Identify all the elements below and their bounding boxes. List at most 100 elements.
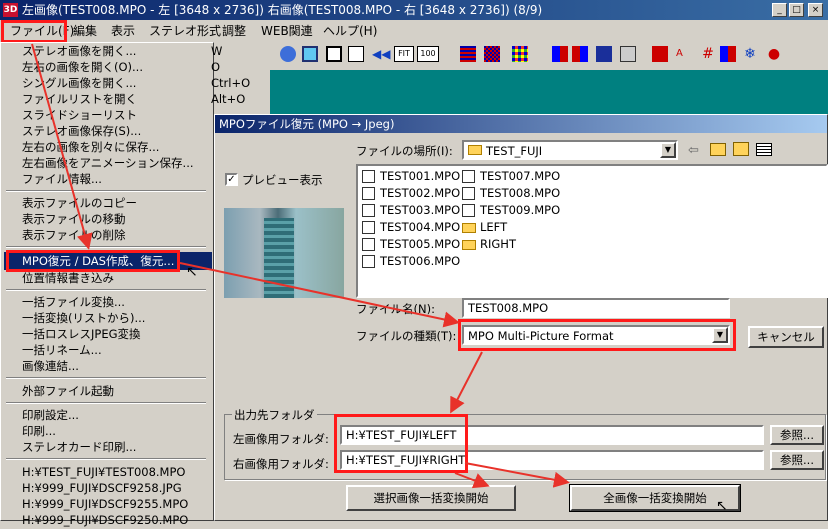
color-grid-icon[interactable] xyxy=(512,46,528,62)
file-icon xyxy=(362,255,375,268)
glasses-icon[interactable] xyxy=(620,46,636,62)
menu-help[interactable]: ヘルプ(H) xyxy=(323,22,377,40)
menu-item-save-separate[interactable]: 左右の画像を別々に保存... xyxy=(22,139,159,156)
menu-item-open-stereo[interactable]: ステレオ画像を開く... xyxy=(22,43,136,60)
menu-item-save-animation[interactable]: 左右画像をアニメーション保存... xyxy=(22,155,194,172)
menu-item-recent-3[interactable]: H:¥999_FUJI¥DSCF9255.MPO xyxy=(22,496,188,513)
menu-shortcut: W xyxy=(211,44,223,58)
red-block-icon[interactable] xyxy=(652,46,668,62)
menu-shortcut: O xyxy=(211,60,221,74)
menu-shortcut: Alt+O xyxy=(211,92,246,106)
checker-icon[interactable] xyxy=(484,46,500,62)
mouse-cursor-icon: ↖ xyxy=(716,498,728,514)
file-icon xyxy=(462,187,475,200)
convert-selected-button[interactable]: 選択画像一括変換開始 xyxy=(346,485,516,511)
grid-icon[interactable]: # xyxy=(700,46,716,62)
menu-item-batch-convert-list[interactable]: 一括変換(リストから)... xyxy=(22,310,145,327)
preview-checkbox[interactable]: ✓ xyxy=(225,173,238,186)
app-icon[interactable]: 3D xyxy=(3,3,18,17)
menu-item-file-info[interactable]: ファイル情報... xyxy=(22,171,102,188)
fit-button[interactable]: FIT xyxy=(394,46,414,62)
file-icon xyxy=(362,238,375,251)
list-item[interactable]: TEST004.MPO xyxy=(362,219,460,236)
menu-item-print-setup[interactable]: 印刷設定... xyxy=(22,407,79,424)
list-item[interactable]: TEST001.MPO xyxy=(362,168,460,185)
menu-adjust[interactable]: 調整 xyxy=(222,22,246,40)
folder-icon xyxy=(462,240,476,250)
rewind-icon[interactable]: ◀◀ xyxy=(372,46,390,62)
up-folder-icon[interactable] xyxy=(710,143,726,156)
pin-icon[interactable]: ● xyxy=(766,46,782,62)
menu-item-open-single[interactable]: シングル画像を開く... xyxy=(22,75,136,92)
list-item[interactable]: TEST008.MPO xyxy=(462,185,560,202)
snowflake-icon[interactable]: ❄ xyxy=(742,46,758,62)
left-browse-button[interactable]: 参照... xyxy=(770,425,824,445)
menu-view[interactable]: 表示 xyxy=(111,22,135,40)
list-item[interactable]: TEST002.MPO xyxy=(362,185,460,202)
maximize-button[interactable]: □ xyxy=(789,3,804,17)
menu-edit[interactable]: 編集 xyxy=(73,22,97,40)
menu-item-stereo-card-print[interactable]: ステレオカード印刷... xyxy=(22,439,136,456)
menu-web[interactable]: WEB関連 xyxy=(261,22,313,40)
folder-icon xyxy=(462,223,476,233)
text-tool-icon[interactable]: A xyxy=(676,46,692,62)
frame-icon[interactable] xyxy=(326,46,342,62)
location-combobox[interactable]: TEST_FUJI ▼ xyxy=(462,140,678,160)
list-item[interactable]: TEST005.MPO xyxy=(362,236,460,253)
callout-box-mpo-restore xyxy=(6,250,180,272)
split-icon[interactable] xyxy=(720,46,736,62)
view-menu-icon[interactable] xyxy=(756,143,772,156)
swap-icon[interactable] xyxy=(572,46,588,62)
menu-item-open-filelist[interactable]: ファイルリストを開く xyxy=(22,91,137,108)
filename-input[interactable]: TEST008.MPO xyxy=(462,298,730,318)
right-browse-button[interactable]: 参照... xyxy=(770,450,824,470)
back-icon[interactable]: ⇦ xyxy=(688,143,699,158)
menu-item-delete[interactable]: 表示ファイルの削除 xyxy=(22,227,126,244)
menu-stereo-format[interactable]: ステレオ形式 xyxy=(149,22,221,40)
new-folder-icon[interactable] xyxy=(733,142,749,156)
location-value: TEST_FUJI xyxy=(486,144,543,158)
menu-item-lossless-jpeg[interactable]: 一括ロスレスJPEG変換 xyxy=(22,326,141,343)
file-icon xyxy=(462,170,475,183)
window-icon[interactable] xyxy=(302,46,318,62)
menu-item-save-stereo[interactable]: ステレオ画像保存(S)... xyxy=(22,123,141,140)
preview-stairs xyxy=(264,218,294,298)
menu-item-recent-2[interactable]: H:¥999_FUJI¥DSCF9258.JPG xyxy=(22,480,182,497)
file-icon xyxy=(362,221,375,234)
close-button[interactable]: × xyxy=(808,3,823,17)
menu-item-batch-rename[interactable]: 一括リネーム... xyxy=(22,342,102,359)
list-item[interactable]: TEST003.MPO xyxy=(362,202,460,219)
menu-separator xyxy=(6,246,206,248)
square-icon[interactable] xyxy=(596,46,612,62)
file-icon xyxy=(362,170,375,183)
list-item[interactable]: TEST009.MPO xyxy=(462,202,560,219)
list-item[interactable]: LEFT xyxy=(462,219,507,236)
menu-item-slideshow[interactable]: スライドショーリスト xyxy=(22,107,137,124)
menu-item-external-launch[interactable]: 外部ファイル起動 xyxy=(22,383,114,400)
minimize-button[interactable]: _ xyxy=(772,3,787,17)
menu-item-move[interactable]: 表示ファイルの移動 xyxy=(22,211,126,228)
menu-item-open-lr[interactable]: 左右の画像を開く(O)... xyxy=(22,59,143,76)
list-item[interactable]: TEST007.MPO xyxy=(462,168,560,185)
zoom-button[interactable]: 100 xyxy=(417,46,439,62)
menu-item-join-images[interactable]: 画像連結... xyxy=(22,358,79,375)
chevron-down-icon[interactable]: ▼ xyxy=(660,142,676,158)
side-by-side-icon[interactable] xyxy=(552,46,568,62)
menu-item-batch-convert[interactable]: 一括ファイル変換... xyxy=(22,294,125,311)
callout-box-folders xyxy=(334,414,468,473)
menu-separator xyxy=(6,289,206,291)
menu-item-recent-1[interactable]: H:¥TEST_FUJI¥TEST008.MPO xyxy=(22,464,185,481)
window-title-bar: 左画像(TEST008.MPO - 左 [3648 x 2736]) 右画像(T… xyxy=(0,0,828,20)
globe-icon[interactable] xyxy=(280,46,296,62)
list-item[interactable]: TEST006.MPO xyxy=(362,253,460,270)
menu-item-geotag[interactable]: 位置情報書き込み xyxy=(22,270,114,287)
list-item[interactable]: RIGHT xyxy=(462,236,516,253)
cancel-button[interactable]: キャンセル xyxy=(748,326,824,348)
menu-item-print[interactable]: 印刷... xyxy=(22,423,56,440)
dialog-title: MPOファイル復元 (MPO → Jpeg) xyxy=(215,115,827,133)
interlace-icon[interactable] xyxy=(460,46,476,62)
convert-all-button[interactable]: 全画像一括変換開始 xyxy=(569,484,741,512)
folder-icon xyxy=(468,145,482,155)
fullscreen-icon[interactable] xyxy=(348,46,364,62)
menu-item-copy[interactable]: 表示ファイルのコピー xyxy=(22,195,137,212)
